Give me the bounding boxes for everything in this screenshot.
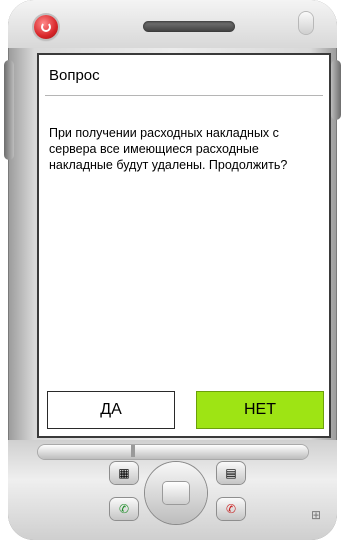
no-button[interactable]: НЕТ [196,391,324,429]
dialog-screen: Вопрос При получении расходных накладных… [37,53,331,438]
windows-logo-icon: ⊞ [310,508,321,522]
contacts-icon[interactable]: ▦ [110,462,138,484]
dialog-title: Вопрос [49,67,100,84]
calendar-icon[interactable]: ▤ [217,462,245,484]
nav-divider [131,445,135,457]
side-button-left[interactable] [4,60,14,160]
stylus-slot [299,12,313,34]
nav-bar [38,445,308,459]
yes-button[interactable]: ДА [47,391,175,429]
pda-device: Вопрос При получении расходных накладных… [4,0,341,540]
power-icon[interactable] [34,15,58,39]
dpad-center-button[interactable] [163,482,189,504]
side-button-right[interactable] [331,60,341,120]
call-icon[interactable]: ✆ [110,498,138,520]
end-call-icon[interactable]: ✆ [217,498,245,520]
power-ring-icon [41,22,51,32]
title-divider [45,95,323,96]
speaker-grill [143,21,235,32]
device-top-bezel [8,0,337,48]
dialog-message: При получении расходных накладных с серв… [49,126,288,172]
